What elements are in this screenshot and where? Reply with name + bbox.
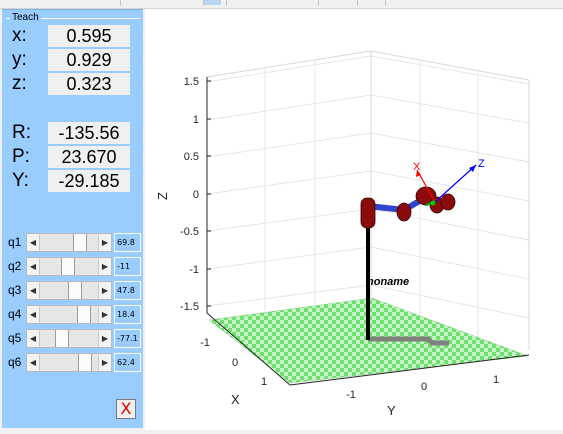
robot-joint-1 <box>360 197 376 229</box>
joint-slider-q6[interactable]: ◀ ▶ <box>26 353 112 372</box>
y-axis-label: Y <box>387 403 396 418</box>
frame-origin <box>430 200 436 206</box>
joint-value-q1[interactable]: 69.8 <box>114 233 141 252</box>
yaw-readout: Y: -29.185 <box>2 169 143 193</box>
slider-left-arrow-icon[interactable]: ◀ <box>27 234 40 251</box>
slider-left-arrow-icon[interactable]: ◀ <box>27 306 40 323</box>
slider-thumb[interactable] <box>78 354 93 371</box>
y-tick-label: -1 <box>346 389 356 401</box>
teach-panel-title: Teach <box>10 12 41 23</box>
toolbar-selected-tab[interactable] <box>203 0 221 5</box>
yaw-label: Y: <box>12 170 29 191</box>
x-tick-label: 1 <box>261 376 267 388</box>
slider-right-arrow-icon[interactable]: ▶ <box>98 282 111 299</box>
slider-thumb[interactable] <box>67 282 82 299</box>
slider-thumb[interactable] <box>54 330 69 347</box>
y-tick-label: 0 <box>421 381 427 393</box>
joint-value-q6[interactable]: 62.4 <box>114 353 141 372</box>
joint-value-q5[interactable]: -77.1 <box>114 329 141 348</box>
x-value: 0.595 <box>48 25 130 47</box>
roll-readout: R: -135.56 <box>2 121 143 145</box>
joint-value-q2[interactable]: -11 <box>114 257 141 276</box>
robot-joint-2 <box>396 202 412 222</box>
x-label: x: <box>12 25 27 46</box>
robot-joint-5 <box>440 193 456 211</box>
joint-value-q4[interactable]: 18.4 <box>114 305 141 324</box>
y-label: y: <box>12 49 27 70</box>
x-readout: x: 0.595 <box>2 24 143 48</box>
joint-slider-q4[interactable]: ◀ ▶ <box>26 305 112 324</box>
x-tick-label: -1 <box>200 337 210 349</box>
slider-right-arrow-icon[interactable]: ▶ <box>98 354 111 371</box>
frame-x-label: X <box>413 161 421 173</box>
joint-slider-q3[interactable]: ◀ ▶ <box>26 281 112 300</box>
joint-row-q1: q1 ◀ ▶ 69.8 <box>2 232 143 254</box>
slider-right-arrow-icon[interactable]: ▶ <box>98 306 111 323</box>
y-tick-label: 1 <box>493 374 499 386</box>
joint-slider-q1[interactable]: ◀ ▶ <box>26 233 112 252</box>
joint-slider-q5[interactable]: ◀ ▶ <box>26 329 112 348</box>
toolbar-separator <box>357 0 358 6</box>
toolbar-separator <box>203 0 204 6</box>
y-tick-labels: -1 0 1 <box>346 374 499 401</box>
z-tick-label: 0 <box>193 189 199 201</box>
slider-right-arrow-icon[interactable]: ▶ <box>98 330 111 347</box>
z-tick-label: 1 <box>193 114 199 126</box>
y-value: 0.929 <box>48 49 130 71</box>
x-tick-label: 0 <box>232 357 238 369</box>
figure-canvas[interactable]: 1.5 1 0.5 0 -0.5 -1 -1.5 Z -1 0 1 X -1 0… <box>145 9 563 430</box>
joint-row-q5: q5 ◀ ▶ -77.1 <box>2 328 143 350</box>
pitch-readout: P: 23.670 <box>2 145 143 169</box>
z-tick-label: -0.5 <box>180 226 199 238</box>
slider-right-arrow-icon[interactable]: ▶ <box>98 234 111 251</box>
z-label: z: <box>12 73 27 94</box>
toolbar-separator <box>226 0 227 6</box>
close-button[interactable]: X <box>116 399 136 419</box>
slider-thumb[interactable] <box>72 234 87 251</box>
joint-row-q2: q2 ◀ ▶ -11 <box>2 256 143 278</box>
toolbar-separator <box>120 0 121 6</box>
slider-left-arrow-icon[interactable]: ◀ <box>27 282 40 299</box>
slider-left-arrow-icon[interactable]: ◀ <box>27 354 40 371</box>
z-tick-labels: 1.5 1 0.5 0 -0.5 -1 -1.5 <box>180 76 199 313</box>
pitch-label: P: <box>12 146 30 167</box>
toolbar-separator <box>318 0 319 6</box>
joint-label: q2 <box>8 259 22 273</box>
robot-3d-plot[interactable]: 1.5 1 0.5 0 -0.5 -1 -1.5 Z -1 0 1 X -1 0… <box>145 9 563 430</box>
x-axis-label: X <box>231 392 240 407</box>
slider-right-arrow-icon[interactable]: ▶ <box>98 258 111 275</box>
slider-thumb[interactable] <box>76 306 91 323</box>
joint-value-q3[interactable]: 47.8 <box>114 281 141 300</box>
teach-panel: Teach x: 0.595 y: 0.929 z: 0.323 R: -135… <box>2 9 143 428</box>
y-readout: y: 0.929 <box>2 48 143 72</box>
z-tick-label: -1.5 <box>180 301 199 313</box>
z-tick-label: -1 <box>189 264 199 276</box>
slider-thumb[interactable] <box>60 258 75 275</box>
joint-row-q4: q4 ◀ ▶ 18.4 <box>2 304 143 326</box>
joint-label: q3 <box>8 283 22 297</box>
frame-z-label: Z <box>478 158 485 170</box>
joint-label: q4 <box>8 307 22 321</box>
roll-value: -135.56 <box>48 122 130 144</box>
joint-label: q6 <box>8 355 22 369</box>
z-tick-label: 1.5 <box>184 76 199 88</box>
slider-left-arrow-icon[interactable]: ◀ <box>27 258 40 275</box>
joint-slider-q2[interactable]: ◀ ▶ <box>26 257 112 276</box>
pitch-value: 23.670 <box>48 146 130 168</box>
z-readout: z: 0.323 <box>2 72 143 96</box>
joint-label: q5 <box>8 331 22 345</box>
z-value: 0.323 <box>48 73 130 95</box>
roll-label: R: <box>12 122 31 143</box>
joint-row-q6: q6 ◀ ▶ 62.4 <box>2 352 143 374</box>
figure-toolbar-strip <box>0 0 563 9</box>
z-tick-label: 0.5 <box>184 151 199 163</box>
yaw-value: -29.185 <box>48 170 130 192</box>
robot-name-label: noname <box>367 276 409 288</box>
joint-label: q1 <box>8 235 22 249</box>
joint-row-q3: q3 ◀ ▶ 47.8 <box>2 280 143 302</box>
slider-left-arrow-icon[interactable]: ◀ <box>27 330 40 347</box>
z-axis-label: Z <box>155 192 170 200</box>
toolbar-separator <box>385 0 386 6</box>
